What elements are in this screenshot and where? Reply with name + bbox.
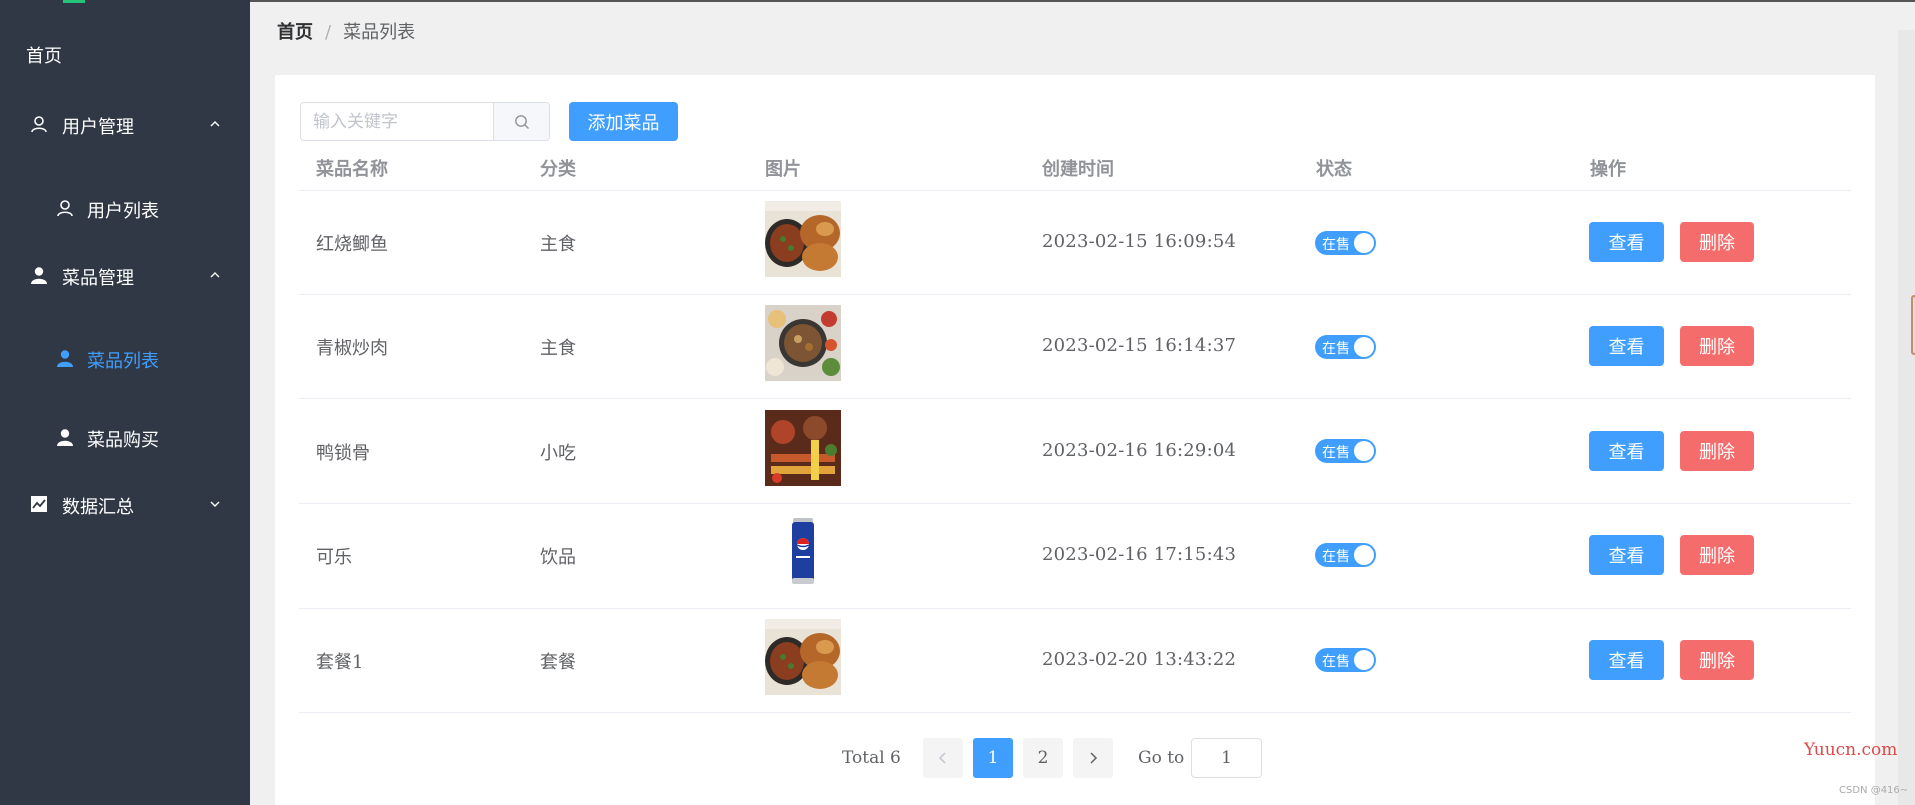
delete-button[interactable]: 删除 (1680, 640, 1754, 680)
pepsi-can-photo (765, 514, 841, 590)
fried-chicken-photo (765, 619, 841, 695)
created-time: 2023-02-16 17:15:43 (1042, 544, 1237, 565)
view-button[interactable]: 查看 (1589, 535, 1664, 575)
sidebar-item-label: 用户列表 (87, 201, 159, 222)
sidebar-group-label: 菜品管理 (62, 268, 134, 289)
sidebar-home[interactable]: 首页 (26, 42, 62, 68)
dish-name: 可乐 (316, 547, 352, 568)
stir-fry-platter-photo (765, 305, 841, 381)
user-filled-icon (31, 267, 47, 284)
scrollbar-track[interactable] (1898, 30, 1915, 805)
dish-name: 鸭锁骨 (316, 443, 370, 464)
search-box (300, 102, 550, 141)
dish-category: 主食 (540, 234, 576, 255)
status-switch[interactable]: 在售 (1315, 335, 1376, 359)
chevron-up-icon (210, 272, 220, 278)
status-label: 在售 (1322, 341, 1350, 357)
bbq-skewers-photo (765, 410, 841, 486)
search-button[interactable] (493, 103, 549, 140)
switch-knob (1354, 545, 1374, 565)
delete-button[interactable]: 删除 (1680, 431, 1754, 471)
goto-label: Go to (1138, 748, 1185, 768)
logo-mark (63, 0, 85, 3)
search-input[interactable] (301, 103, 493, 140)
next-page-button[interactable] (1073, 738, 1113, 778)
created-time: 2023-02-20 13:43:22 (1042, 649, 1237, 670)
status-switch[interactable]: 在售 (1315, 543, 1376, 567)
column-header-image: 图片 (765, 159, 801, 180)
dish-category: 小吃 (540, 443, 576, 464)
sidebar-group-user-management[interactable]: 用户管理 (0, 104, 250, 144)
sidebar-item-dish-purchase[interactable]: 菜品购买 (0, 417, 250, 457)
dish-category: 饮品 (540, 547, 576, 568)
switch-knob (1354, 337, 1374, 357)
status-label: 在售 (1322, 654, 1350, 670)
sidebar-group-label: 用户管理 (62, 117, 134, 138)
chevron-right-icon (1090, 752, 1098, 764)
page-button-2[interactable]: 2 (1023, 738, 1063, 778)
prev-page-button[interactable] (923, 738, 963, 778)
sidebar-item-label: 菜品列表 (87, 351, 159, 372)
switch-knob (1354, 441, 1374, 461)
view-button[interactable]: 查看 (1589, 222, 1664, 262)
add-dish-button[interactable]: 添加菜品 (569, 102, 678, 141)
created-time: 2023-02-16 16:29:04 (1042, 440, 1237, 461)
status-switch[interactable]: 在售 (1315, 439, 1376, 463)
dish-category: 主食 (540, 338, 576, 359)
top-border (250, 0, 1915, 2)
delete-button[interactable]: 删除 (1680, 326, 1754, 366)
scrollbar-thumb[interactable] (1911, 295, 1915, 355)
sidebar-item-user-list[interactable]: 用户列表 (0, 188, 250, 228)
sidebar-group-data-summary[interactable]: 数据汇总 (0, 484, 250, 524)
search-icon (514, 114, 529, 129)
status-label: 在售 (1322, 445, 1350, 461)
sidebar-item-label: 菜品购买 (87, 430, 159, 451)
chevron-up-icon (210, 121, 220, 127)
breadcrumb: 首页 / 菜品列表 (277, 18, 415, 44)
sidebar-group-dish-management[interactable]: 菜品管理 (0, 255, 250, 295)
table-bottom-border (299, 712, 1851, 713)
column-header-name: 菜品名称 (316, 159, 388, 180)
breadcrumb-current: 菜品列表 (343, 22, 416, 43)
pagination-total: Total 6 (842, 748, 901, 768)
status-switch[interactable]: 在售 (1315, 231, 1376, 255)
fried-chicken-photo (765, 201, 841, 277)
created-time: 2023-02-15 16:14:37 (1042, 335, 1237, 356)
status-switch[interactable]: 在售 (1315, 648, 1376, 672)
chevron-down-icon (210, 501, 220, 507)
delete-button[interactable]: 删除 (1680, 535, 1754, 575)
switch-knob (1354, 650, 1374, 670)
user-filled-icon (57, 350, 73, 367)
watermark-credit: CSDN @416~ (1839, 785, 1909, 796)
switch-knob (1354, 233, 1374, 253)
user-filled-icon (57, 429, 73, 446)
status-label: 在售 (1322, 237, 1350, 253)
delete-button[interactable]: 删除 (1680, 222, 1754, 262)
created-time: 2023-02-15 16:09:54 (1042, 231, 1237, 252)
chevron-left-icon (938, 752, 946, 764)
watermark-site: Yuucn.com (1804, 740, 1898, 760)
goto-page-input[interactable] (1191, 738, 1262, 778)
dish-name: 红烧鲫鱼 (316, 234, 388, 255)
user-outline-icon (57, 200, 73, 217)
view-button[interactable]: 查看 (1589, 431, 1664, 471)
column-header-created: 创建时间 (1042, 159, 1114, 180)
status-label: 在售 (1322, 549, 1350, 565)
dish-name: 青椒炒肉 (316, 338, 388, 359)
column-header-actions: 操作 (1590, 159, 1626, 180)
chart-icon (31, 496, 47, 512)
user-outline-icon (31, 116, 47, 133)
sidebar-item-dish-list[interactable]: 菜品列表 (0, 338, 250, 378)
page-button-1[interactable]: 1 (973, 738, 1013, 778)
breadcrumb-separator: / (325, 22, 332, 43)
sidebar-group-label: 数据汇总 (62, 497, 134, 518)
column-header-category: 分类 (540, 159, 576, 180)
column-header-status: 状态 (1316, 159, 1352, 180)
breadcrumb-home[interactable]: 首页 (277, 22, 313, 43)
view-button[interactable]: 查看 (1589, 640, 1664, 680)
view-button[interactable]: 查看 (1589, 326, 1664, 366)
sidebar: 首页 用户管理 用户列表 菜品管理 菜品列表 菜品购买 数据汇总 (0, 0, 250, 805)
dish-name: 套餐1 (316, 652, 364, 673)
dish-category: 套餐 (540, 652, 576, 673)
